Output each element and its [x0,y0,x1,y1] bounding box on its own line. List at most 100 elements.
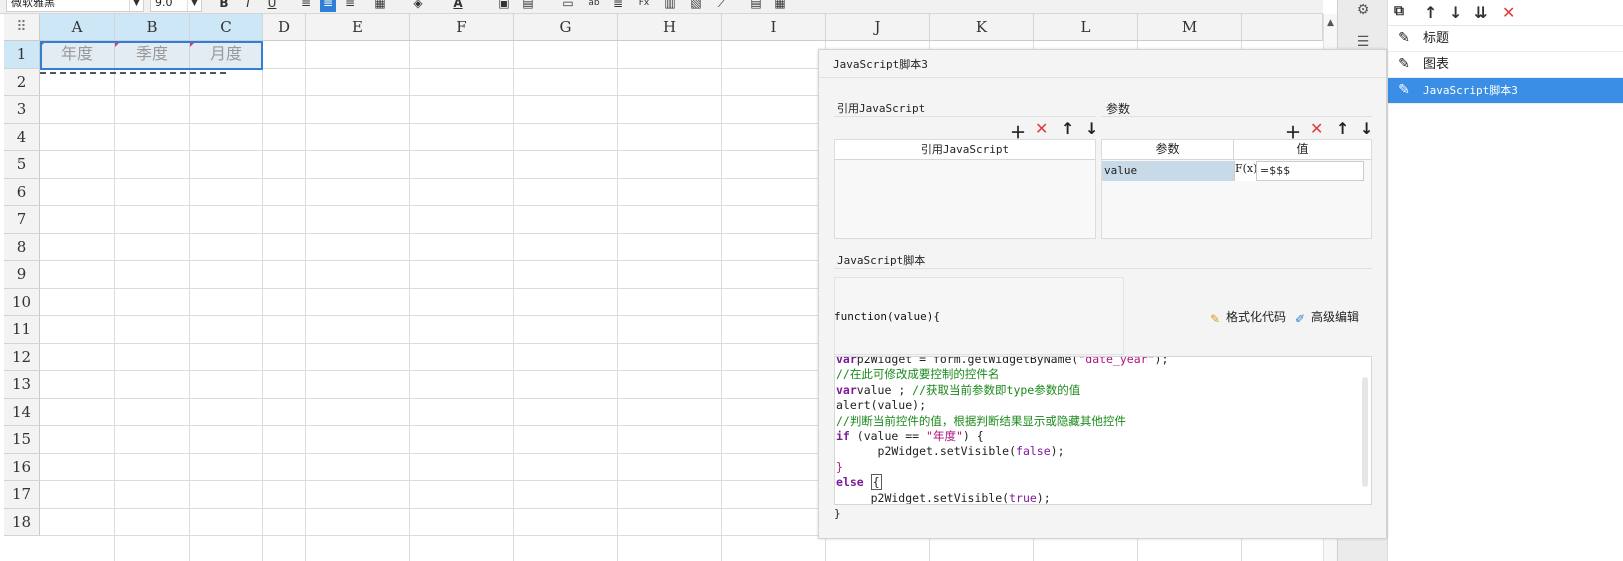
row-header[interactable]: 2 [4,68,40,96]
move-down-icon[interactable]: ↓ [1085,119,1098,138]
move-up-icon[interactable]: ↑ [1061,119,1074,138]
align-left-icon[interactable]: ≡ [298,0,314,12]
column-header[interactable]: G [514,14,618,41]
advanced-edit-button[interactable]: ✐ 高级编辑 [1293,308,1359,326]
select-all-corner[interactable]: ⠿ [4,14,40,41]
widget-icon[interactable]: ▦ [772,0,788,12]
underline-button[interactable]: U [264,0,280,12]
row-header[interactable]: 15 [4,426,40,454]
paragraph-icon[interactable]: ≣ [610,0,626,12]
row-header[interactable]: 12 [4,343,40,371]
row-header[interactable]: 3 [4,96,40,124]
row-header[interactable]: 17 [4,481,40,509]
code-line: varp2Widget = form.getWidgetByName("date… [836,356,1169,367]
column-header[interactable]: L [1034,14,1138,41]
row-header[interactable]: 5 [4,151,40,179]
move-up-icon[interactable]: ↑ [1336,119,1349,138]
column-header[interactable]: H [618,14,722,41]
font-family-select[interactable]: 微软雅黑 ▼ [6,0,144,12]
row-header[interactable]: 11 [4,316,40,344]
column-header[interactable]: B [115,14,190,41]
fill-color-icon[interactable]: ◈ [410,0,426,12]
border-icon[interactable]: ▦ [372,0,388,12]
column-header[interactable]: E [306,14,410,41]
italic-button[interactable]: I [240,0,256,12]
event-item[interactable]: ✎ 图表 [1388,52,1623,78]
column-header[interactable]: C [190,14,263,41]
param-row[interactable]: value F(x) =$$$ [1102,161,1364,181]
row-header[interactable]: 13 [4,371,40,399]
row-header[interactable]: 8 [4,233,40,261]
move-down-icon[interactable]: ↓ [1449,3,1462,22]
table-icon[interactable]: ▤ [520,0,536,12]
format-code-button[interactable]: ✎ 格式化代码 [1208,308,1286,326]
formula-icon[interactable]: Fx [636,0,652,12]
params-table[interactable]: 参数 值 value F(x) =$$$ [1101,139,1372,239]
format-code-label: 格式化代码 [1226,310,1287,324]
row-header[interactable]: 16 [4,453,40,481]
event-item[interactable]: ✎ 标题 [1388,26,1623,52]
clear-icon[interactable]: ⟋ [714,0,730,12]
code-token: "年度" [926,429,963,443]
scroll-up-icon[interactable]: ▲ [1327,18,1334,28]
row-header[interactable]: 6 [4,178,40,206]
text-icon[interactable]: ab [586,0,602,12]
code-token: p2Widget = form.getWidgetByName( [856,356,1079,366]
row-header[interactable]: 14 [4,398,40,426]
move-bottom-icon[interactable]: ⇊ [1474,3,1487,22]
row-header[interactable]: 10 [4,288,40,316]
copy-icon[interactable]: ⧉ [1394,3,1404,19]
event-item-selected[interactable]: ✎ JavaScript脚本3 [1388,78,1623,104]
grid-column-line [721,41,722,561]
row-header[interactable]: 7 [4,206,40,234]
column-header[interactable]: M [1138,14,1242,41]
picture-icon[interactable]: ▧ [688,0,704,12]
formula-button[interactable]: F(x) [1234,161,1257,181]
column-header[interactable]: F [410,14,514,41]
remove-icon[interactable]: ✕ [1310,119,1323,138]
grid-column-line [409,41,410,561]
font-size-select[interactable]: 9.0 ▼ [150,0,202,12]
grid-column-line [305,41,306,561]
format-toolbar: 微软雅黑 ▼ 9.0 ▼ B I U ≡ ≡ ≡ ▦ ◈ A ▣ ▤ ▭ ab … [0,0,1323,14]
font-color-button[interactable]: A [450,0,466,12]
row-header[interactable]: 4 [4,123,40,151]
code-editor[interactable]: varp2Widget = form.getWidgetByName("date… [834,356,1372,505]
insert-icon[interactable]: ▭ [560,0,576,12]
param-value-input[interactable]: =$$$ [1256,161,1364,181]
code-token: { [870,474,882,491]
image-icon[interactable]: ▣ [496,0,512,12]
move-up-icon[interactable]: ↑ [1424,3,1437,22]
copy-marquee [40,72,226,74]
code-scrollbar[interactable] [1362,377,1368,487]
chart-icon[interactable]: ▥ [662,0,678,12]
align-center-icon[interactable]: ≡ [320,0,336,12]
ref-section-label: 引用JavaScript [837,102,926,115]
param-name-cell[interactable]: value [1102,161,1234,181]
code-token: p2Widget.setVisible( [836,490,1010,505]
delete-icon[interactable]: ✕ [1502,3,1515,22]
column-header[interactable]: A [40,14,115,41]
code-token: (value == [849,429,927,443]
align-right-icon[interactable]: ≡ [342,0,358,12]
bold-button[interactable]: B [216,0,232,12]
column-header[interactable]: K [930,14,1034,41]
code-line: //在此可修改成要控制的控件名 [836,366,999,382]
row-header[interactable]: 1 [4,41,40,69]
settings-icon[interactable]: ⚙ [1352,2,1374,22]
row-header[interactable]: 18 [4,508,40,536]
function-signature: function(value){ [834,310,940,323]
form-icon[interactable]: ▤ [748,0,764,12]
column-header[interactable]: D [263,14,306,41]
ref-js-table[interactable]: 引用JavaScript [834,139,1096,239]
row-header[interactable]: 9 [4,261,40,289]
move-down-icon[interactable]: ↓ [1360,119,1373,138]
remove-icon[interactable]: ✕ [1035,119,1048,138]
column-header[interactable]: J [826,14,930,41]
code-line: //判断当前控件的值，根据判断结果显示或隐藏其他控件 [836,413,1126,429]
broom-icon: ✎ [1209,312,1221,326]
code-token: ); [1154,356,1169,366]
cell-selection-box [40,41,263,70]
column-header-filler [1242,14,1323,41]
column-header[interactable]: I [722,14,826,41]
